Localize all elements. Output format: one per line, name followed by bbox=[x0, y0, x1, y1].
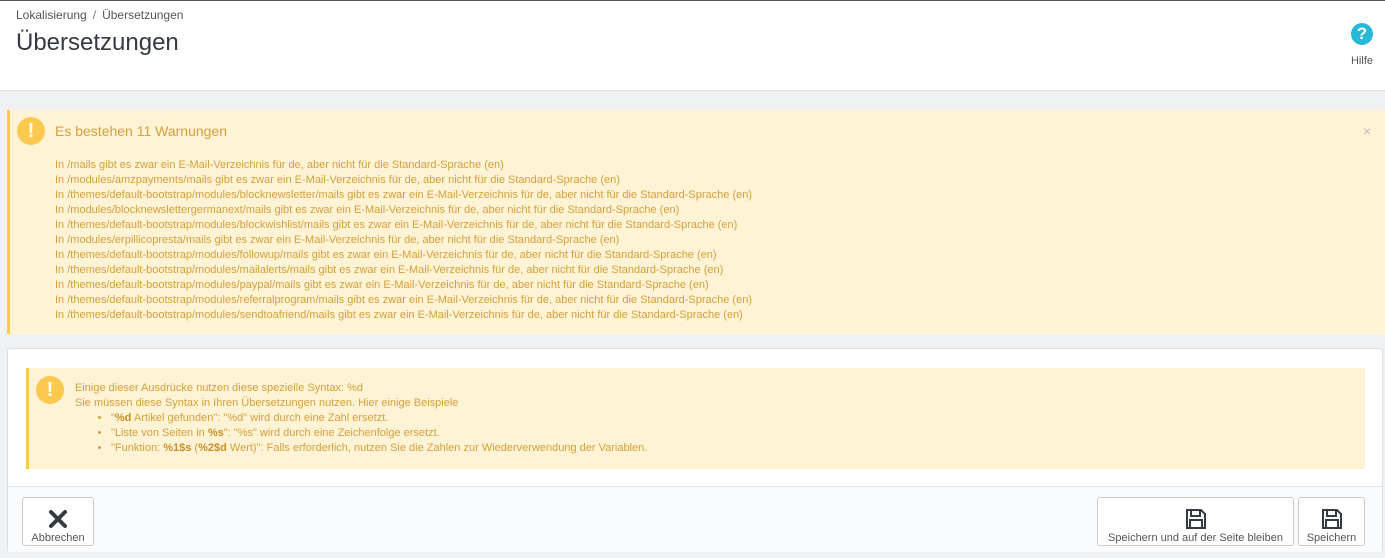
syntax-info-line: Sie müssen diese Syntax in Ihren Überset… bbox=[75, 397, 459, 409]
warnings-list: In /mails gibt es zwar ein E-Mail-Verzei… bbox=[55, 158, 752, 323]
save-label: Speichern bbox=[1306, 531, 1357, 544]
page-header: Lokalisierung / Übersetzungen Übersetzunge… bbox=[0, 0, 1385, 91]
cancel-button[interactable]: Abbrechen bbox=[22, 497, 94, 546]
question-circle-icon: ? bbox=[1351, 23, 1373, 45]
warning-item: In /themes/default-bootstrap/modules/blo… bbox=[55, 219, 738, 231]
warning-item: In /mails gibt es zwar ein E-Mail-Verzei… bbox=[55, 159, 504, 171]
help-button[interactable]: ? Hilfe bbox=[1345, 23, 1379, 73]
save-and-stay-button[interactable]: Speichern und auf der Seite bleiben bbox=[1097, 497, 1294, 546]
exclamation-circle-icon: ! bbox=[17, 117, 45, 145]
panel-footer: Abbrechen Speichern und auf der Seite bl… bbox=[8, 486, 1382, 552]
warning-item: In /themes/default-bootstrap/modules/mai… bbox=[55, 264, 724, 276]
save-and-stay-label: Speichern und auf der Seite bleiben bbox=[1108, 531, 1283, 544]
warnings-title: Es bestehen 11 Warnungen bbox=[55, 123, 228, 139]
translations-panel: ! Einige dieser Ausdrücke nutzen diese s… bbox=[7, 348, 1383, 552]
syntax-examples-list: "%d Artikel gefunden": "%d" wird durch e… bbox=[111, 411, 647, 456]
close-icon bbox=[49, 509, 67, 528]
close-icon[interactable]: × bbox=[1363, 123, 1371, 139]
save-button[interactable]: Speichern bbox=[1298, 497, 1365, 546]
syntax-example: "%d Artikel gefunden": "%d" wird durch e… bbox=[111, 411, 647, 426]
cancel-label: Abbrechen bbox=[31, 531, 85, 544]
floppy-disk-icon bbox=[1185, 508, 1206, 529]
warning-item: In /modules/erpillicopresta/mails gibt e… bbox=[55, 234, 620, 246]
syntax-info-line: Einige dieser Ausdrücke nutzen diese spe… bbox=[75, 382, 364, 394]
floppy-disk-icon bbox=[1321, 508, 1342, 529]
warning-item: In /modules/amzpayments/mails gibt es zw… bbox=[55, 174, 620, 186]
breadcrumb-current: Übersetzungen bbox=[102, 8, 184, 22]
breadcrumb: Lokalisierung / Übersetzungen bbox=[16, 8, 183, 22]
syntax-info-text: Einige dieser Ausdrücke nutzen diese spe… bbox=[75, 381, 647, 456]
breadcrumb-parent[interactable]: Lokalisierung bbox=[16, 8, 87, 22]
warnings-alert: ! Es bestehen 11 Warnungen × In /mails g… bbox=[7, 110, 1385, 334]
breadcrumb-separator: / bbox=[92, 8, 97, 22]
syntax-example: "Liste von Seiten in %s": "%s" wird durc… bbox=[111, 426, 647, 441]
help-label: Hilfe bbox=[1350, 55, 1373, 67]
warning-item: In /themes/default-bootstrap/modules/ref… bbox=[55, 294, 752, 306]
warning-item: In /themes/default-bootstrap/modules/fol… bbox=[55, 249, 717, 261]
syntax-info-alert: ! Einige dieser Ausdrücke nutzen diese s… bbox=[26, 368, 1365, 469]
warning-item: In /themes/default-bootstrap/modules/blo… bbox=[55, 189, 753, 201]
syntax-example: "Funktion: %1$s (%2$d Wert)": Falls erfo… bbox=[111, 441, 647, 456]
warning-item: In /themes/default-bootstrap/modules/sen… bbox=[55, 309, 743, 321]
exclamation-circle-icon: ! bbox=[36, 376, 64, 404]
warning-item: In /themes/default-bootstrap/modules/pay… bbox=[55, 279, 709, 291]
page-title: Übersetzungen bbox=[16, 29, 179, 56]
warning-item: In /modules/blocknewslettergermanext/mai… bbox=[55, 204, 680, 216]
